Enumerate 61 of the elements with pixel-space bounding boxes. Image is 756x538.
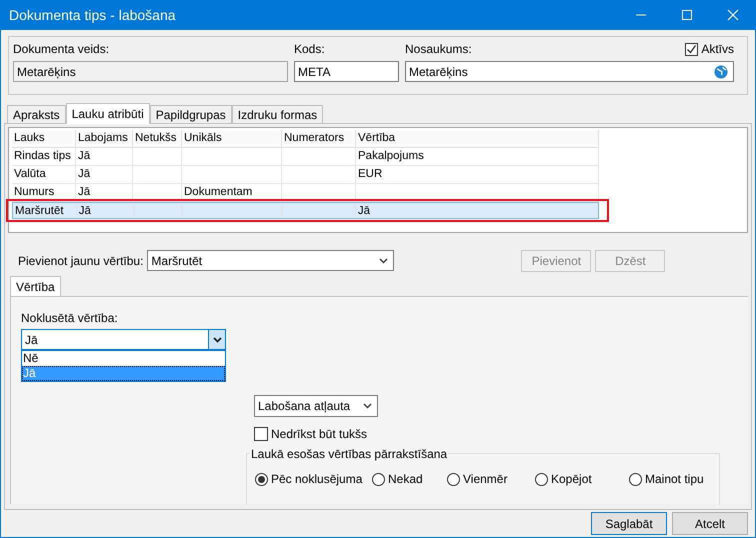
code-field[interactable]: META [294,61,399,82]
dialog-button[interactable]: Saglabāt [591,512,667,535]
table-cell: Jā [76,184,133,201]
close-icon[interactable] [727,9,739,21]
table-cell: Jā [356,203,598,218]
radio-label: Kopējot [551,472,592,486]
radio-button[interactable] [372,472,385,486]
column-header[interactable]: Unikāls [182,130,282,147]
table-cell: Rindas tips [12,148,76,165]
checkbox-label: Aktīvs [701,42,734,56]
column-header[interactable]: Labojams [76,130,133,147]
not-empty-checkbox[interactable] [254,427,268,441]
field-label: Noklusētā vērtība: [21,311,118,325]
dropdown-button[interactable] [208,330,225,349]
table-row[interactable]: Valūta Jā EUR [12,166,599,184]
radio-button[interactable] [255,472,268,486]
table-row[interactable]: Rindas tips Jā Pakalpojums [12,148,599,166]
column-header[interactable]: Numerators [282,130,356,147]
radio-label: Pēc noklusējuma [271,472,362,486]
field-label: Kods: [294,42,326,56]
field-label: Nosaukums: [405,42,472,56]
dropdown-option[interactable]: Nē [22,351,225,366]
field-label: Pievienot jaunu vērtību: [18,254,144,268]
caret-icon [212,336,222,342]
column-header[interactable]: Lauks [12,130,76,147]
column-header[interactable]: Netukšs [133,130,182,147]
radio-label: Mainot tipu [645,472,704,486]
tab[interactable]: Apraksts [7,105,66,123]
radio-button[interactable] [447,472,460,486]
group-title: Laukā esošas vērtības pārrakstīšana [250,447,448,461]
tab[interactable]: Papildgrupas [150,105,232,123]
table-cell: Jā [76,166,133,183]
caret-icon [363,403,372,409]
radio-button[interactable] [535,472,548,486]
table-cell: Jā [76,148,133,165]
edit-mode-dropdown[interactable]: Labošana atļauta [254,395,378,417]
table-cell: Dokumentam [182,184,282,201]
name-field[interactable]: Metarēķins [405,61,734,82]
maximize-icon[interactable] [681,9,693,21]
value-dropdown[interactable]: Maršrutēt [147,250,394,271]
table-cell: EUR [356,166,599,183]
radio-label: Nekad [388,472,423,486]
radio-label: Vienmēr [463,472,508,486]
default-value-dropdown[interactable]: Jā [21,329,226,350]
table-cell: Numurs [12,184,76,201]
table-cell: Pakalpojums [356,148,599,165]
dialog-button[interactable]: Atcelt [672,512,748,535]
radio-button[interactable] [629,472,642,486]
table-cell: Jā [76,203,134,218]
column-header[interactable]: Vērtība [356,130,599,147]
tab[interactable]: Lauku atribūti [66,103,150,124]
table-cell: Valūta [12,166,76,183]
table-cell: Maršrutēt [13,203,77,218]
active-checkbox[interactable] [685,42,698,56]
globe-icon[interactable] [714,64,728,78]
checkbox-label: Nedrīkst būt tukšs [271,427,368,441]
field-label: Dokumenta veids: [13,42,110,56]
tab[interactable]: Izdruku formas [232,105,324,123]
tab[interactable]: Vērtība [10,276,61,297]
caret-icon [379,258,388,264]
window-title: Dokumenta tips - labošana [9,7,176,23]
